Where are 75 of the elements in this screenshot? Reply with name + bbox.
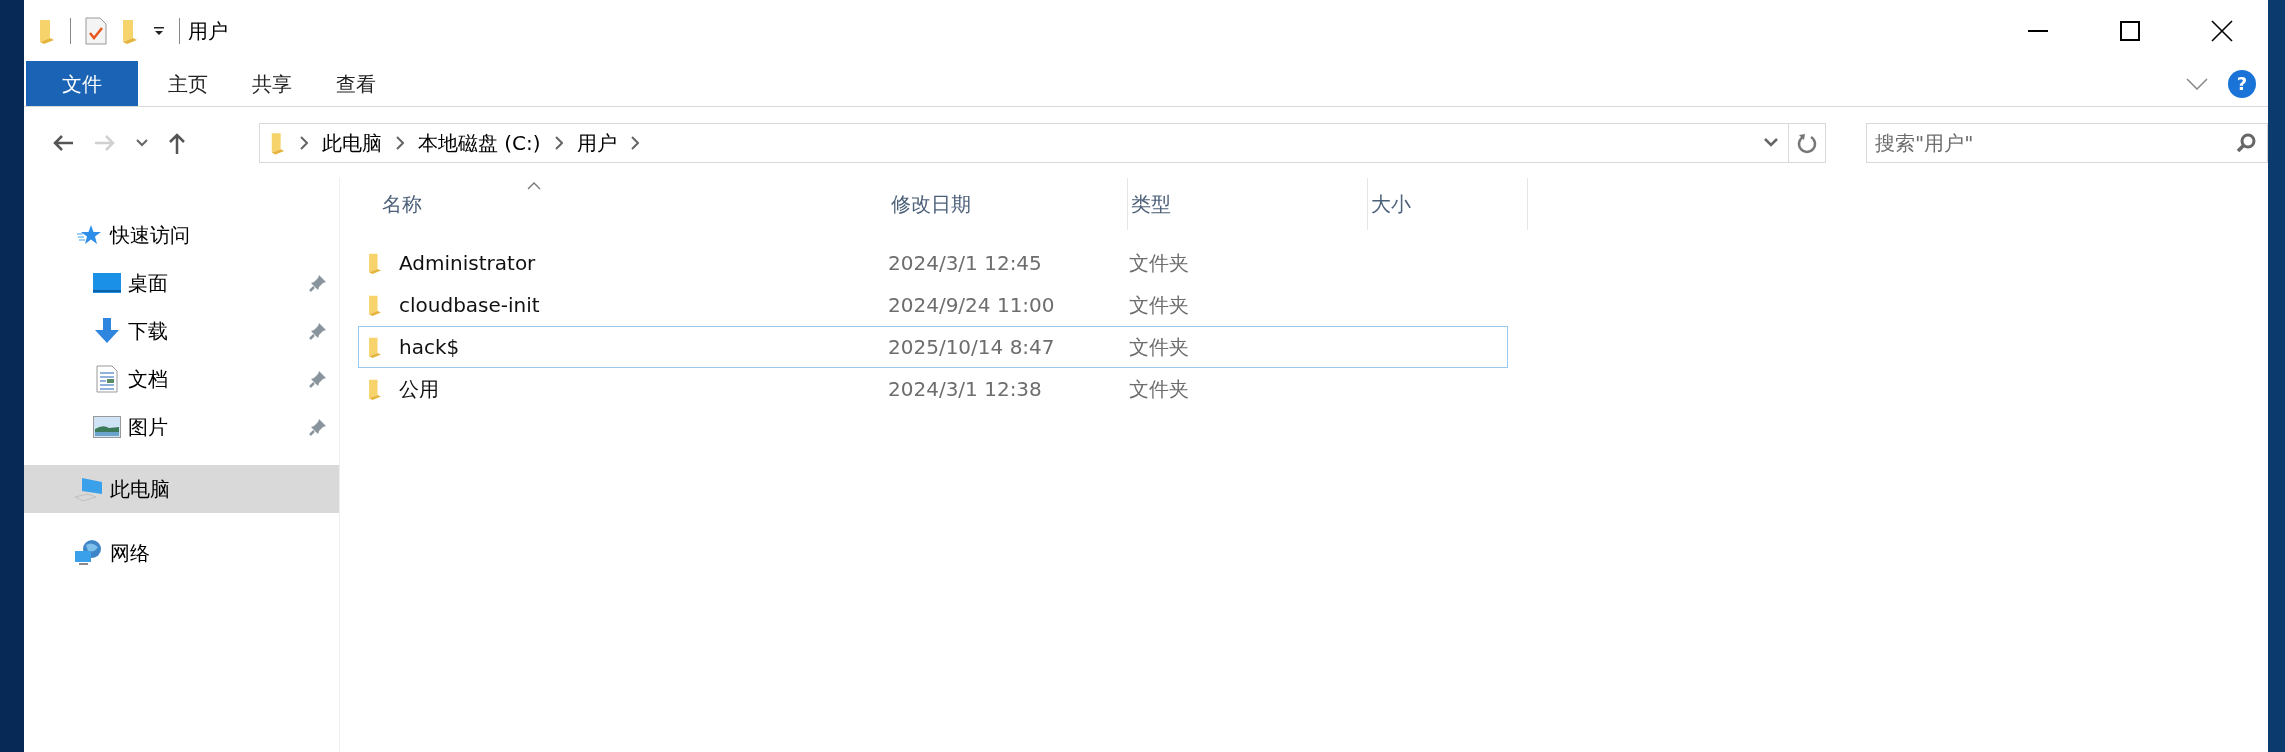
sidebar-item[interactable]: 快速访问 [24,211,339,259]
modified-date: 2024/3/1 12:45 [888,250,1043,277]
breadcrumb-item[interactable]: 用户 [576,127,617,158]
sidebar-item[interactable]: 桌面 [24,259,339,307]
chevron-down-icon[interactable] [2186,77,2208,90]
ribbon-tab[interactable]: 主页 [146,61,230,106]
sidebar-label: 快速访问 [110,222,190,249]
sidebar-item[interactable]: 此电脑 [24,465,339,513]
ribbon-tab[interactable]: 共享 [230,61,314,106]
folder-icon [269,130,286,155]
chevron-right-icon[interactable] [554,135,563,150]
chevron-down-icon[interactable] [1764,138,1779,147]
sidebar-item[interactable]: 下载 [24,307,339,355]
help-button[interactable]: ? [2228,69,2256,98]
folder-icon [367,294,383,316]
picture-icon [92,416,122,438]
file-type: 文件夹 [1129,292,1190,319]
breadcrumb-item[interactable]: 本地磁盘 (C:) [417,127,541,158]
folder-icon [367,336,383,358]
column-header[interactable]: 名称 [364,178,714,230]
file-name: Administrator [399,250,537,277]
dropdown-icon[interactable] [153,25,165,36]
up-arrow-icon[interactable] [168,131,186,154]
file-row[interactable]: Administrator 2024/3/1 12:45 文件夹 [358,242,1508,284]
pin-icon[interactable] [309,322,327,340]
pin-icon[interactable] [309,418,327,436]
chevron-right-icon[interactable] [299,135,308,150]
column-header[interactable]: 大小 [1368,178,1528,230]
file-name: hack$ [399,334,461,361]
file-row[interactable]: hack$ 2025/10/14 8:47 文件夹 [358,326,1508,368]
folder-icon [367,252,383,274]
sidebar-label: 图片 [128,414,168,441]
file-name: 公用 [399,376,440,403]
search-icon[interactable] [2236,132,2256,153]
sidebar-item[interactable]: 图片 [24,403,339,451]
sidebar-label: 网络 [110,540,150,567]
close-icon [2211,19,2233,42]
column-header[interactable]: 修改日期 [888,178,1128,230]
file-type: 文件夹 [1129,250,1190,277]
download-arrow-icon [92,318,122,344]
pin-icon[interactable] [309,274,327,292]
file-tab[interactable]: 文件 [26,61,138,106]
folder-icon [367,378,383,400]
file-name: cloudbase-init [399,292,541,319]
back-icon[interactable] [52,133,74,152]
minimize-icon [2028,29,2048,32]
sidebar-item[interactable]: 网络 [24,529,339,577]
sidebar-label: 桌面 [128,270,168,297]
chevron-right-icon[interactable] [395,135,404,150]
ribbon-tab[interactable]: 查看 [314,61,398,106]
pin-icon[interactable] [309,370,327,388]
modified-date: 2024/9/24 11:00 [888,292,1056,319]
desktop-icon [92,273,122,293]
sidebar-label: 此电脑 [110,476,170,503]
properties-icon[interactable] [85,16,107,45]
address-bar[interactable]: 此电脑 本地磁盘 (C:) 用户 [258,122,1827,163]
sidebar-label: 下载 [128,318,168,345]
sidebar-label: 文档 [128,366,168,393]
file-type: 文件夹 [1129,376,1190,403]
breadcrumb-item[interactable]: 此电脑 [321,127,382,158]
column-header[interactable]: 类型 [1128,178,1368,230]
chevron-right-icon[interactable] [630,135,639,150]
file-type: 文件夹 [1129,334,1190,361]
maximize-icon [2120,20,2140,41]
file-row[interactable]: cloudbase-init 2024/9/24 11:00 文件夹 [358,284,1508,326]
search-field[interactable]: 搜索"用户" [1866,122,2268,163]
window-title: 用户 [188,17,228,45]
file-row[interactable]: 公用 2024/3/1 12:38 文件夹 [358,368,1508,410]
computer-icon [74,476,104,502]
chevron-down-icon[interactable] [136,138,148,147]
modified-date: 2024/3/1 12:38 [888,376,1043,403]
network-icon [74,539,104,567]
refresh-icon[interactable] [1797,131,1818,154]
sidebar-item[interactable]: 文档 [24,355,339,403]
modified-date: 2025/10/14 8:47 [888,334,1056,361]
